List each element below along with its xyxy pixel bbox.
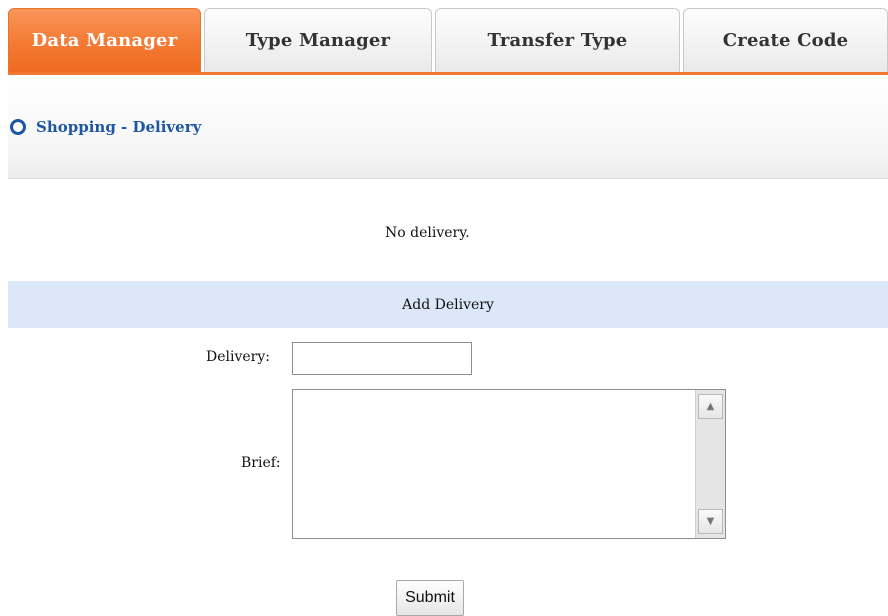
tab-data-manager[interactable]: Data Manager [8,8,201,72]
breadcrumb: Shopping - Delivery [10,118,201,136]
tab-transfer-type[interactable]: Transfer Type [435,8,680,72]
tab-label: Data Manager [31,30,178,51]
section-header: Add Delivery [8,281,888,328]
tab-label: Transfer Type [487,30,628,51]
brief-textarea[interactable] [292,389,726,539]
tab-label: Type Manager [245,30,391,51]
tab-label: Create Code [722,30,849,51]
delivery-input[interactable] [292,342,472,375]
brief-label: Brief: [241,455,281,471]
brief-scrollbar[interactable]: ▲ ▼ [695,390,725,538]
delivery-label: Delivery: [206,349,270,365]
submit-button[interactable]: Submit [396,580,464,616]
tab-type-manager[interactable]: Type Manager [204,8,432,72]
breadcrumb-text: Shopping - Delivery [36,118,202,136]
tab-underline [8,72,888,75]
circle-icon [10,119,26,135]
scroll-down-icon[interactable]: ▼ [698,509,723,534]
empty-message: No delivery. [385,225,470,241]
scroll-up-icon[interactable]: ▲ [698,394,723,419]
section-title: Add Delivery [402,296,494,313]
breadcrumb-bar: Shopping - Delivery [8,78,888,179]
tab-bar: Data Manager Type Manager Transfer Type … [8,8,888,75]
tab-create-code[interactable]: Create Code [683,8,888,72]
